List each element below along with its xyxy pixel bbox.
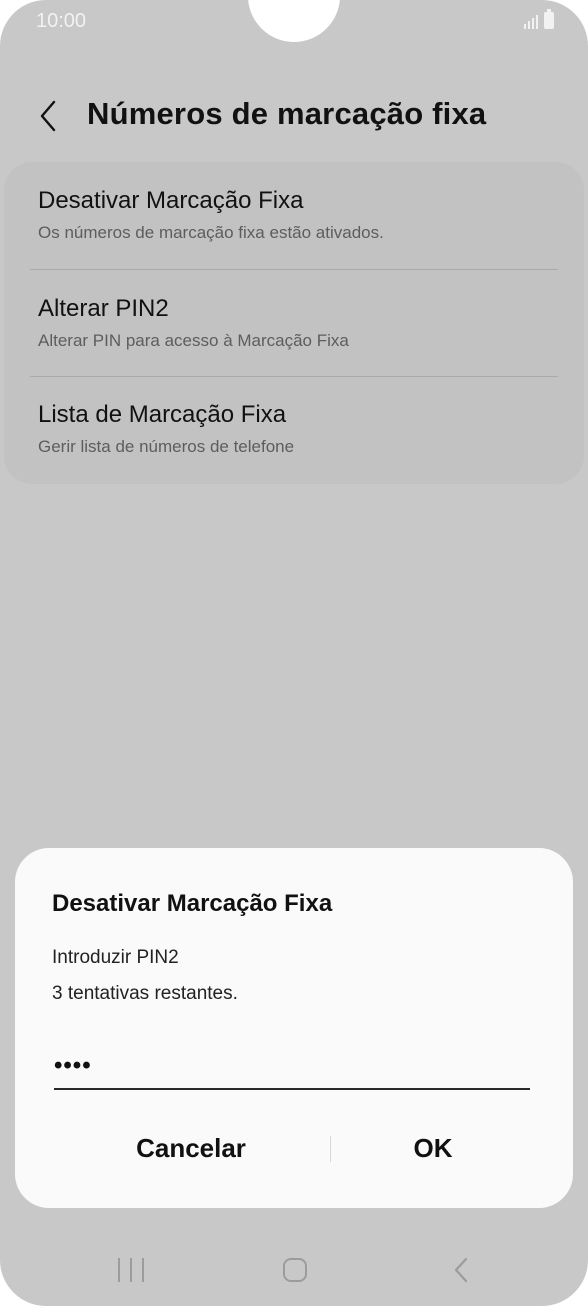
setting-change-pin2[interactable]: Alterar PIN2 Alterar PIN para acesso à M… [38, 295, 558, 351]
attempts-remaining: 3 tentativas restantes. [52, 983, 238, 1004]
settings-card: Desativar Marcação Fixa Os números de ma… [4, 162, 584, 484]
setting-title: Desativar Marcação Fixa [38, 187, 304, 214]
recents-icon[interactable] [118, 1258, 144, 1282]
setting-title: Lista de Marcação Fixa [38, 401, 287, 428]
setting-title: Alterar PIN2 [38, 295, 169, 322]
divider [30, 269, 558, 270]
status-icons [524, 9, 554, 29]
ok-button[interactable]: OK [315, 1116, 551, 1180]
phone-screen: 10:00 Números de marcação fixa Desativar… [0, 0, 588, 1306]
home-icon[interactable] [283, 1258, 307, 1282]
pin2-input[interactable]: •••• [54, 1044, 530, 1090]
divider [30, 376, 558, 377]
navigation-bar [0, 1240, 588, 1306]
back-button[interactable] [30, 96, 70, 136]
cancel-button[interactable]: Cancelar [75, 1116, 307, 1180]
setting-subtitle: Alterar PIN para acesso à Marcação Fixa [38, 331, 349, 350]
setting-fdn-list[interactable]: Lista de Marcação Fixa Gerir lista de nú… [38, 401, 558, 457]
setting-disable-fdn[interactable]: Desativar Marcação Fixa Os números de ma… [38, 187, 558, 243]
status-time: 10:00 [36, 10, 87, 32]
pin2-dialog: Desativar Marcação Fixa Introduzir PIN2 … [15, 848, 573, 1208]
signal-icon [524, 13, 538, 29]
setting-subtitle: Os números de marcação fixa estão ativad… [38, 223, 384, 242]
app-header: Números de marcação fixa [0, 88, 588, 144]
camera-notch [248, 0, 340, 42]
battery-icon [544, 9, 554, 29]
nav-back-icon[interactable] [448, 1256, 476, 1284]
back-chevron-icon [40, 100, 56, 132]
pin2-value: •••• [54, 1052, 92, 1079]
nav-back-chevron-icon [454, 1257, 468, 1283]
dialog-message: Introduzir PIN2 [52, 947, 179, 968]
setting-subtitle: Gerir lista de números de telefone [38, 437, 295, 456]
page-title: Números de marcação fixa [87, 96, 487, 131]
dialog-title: Desativar Marcação Fixa [52, 890, 333, 917]
